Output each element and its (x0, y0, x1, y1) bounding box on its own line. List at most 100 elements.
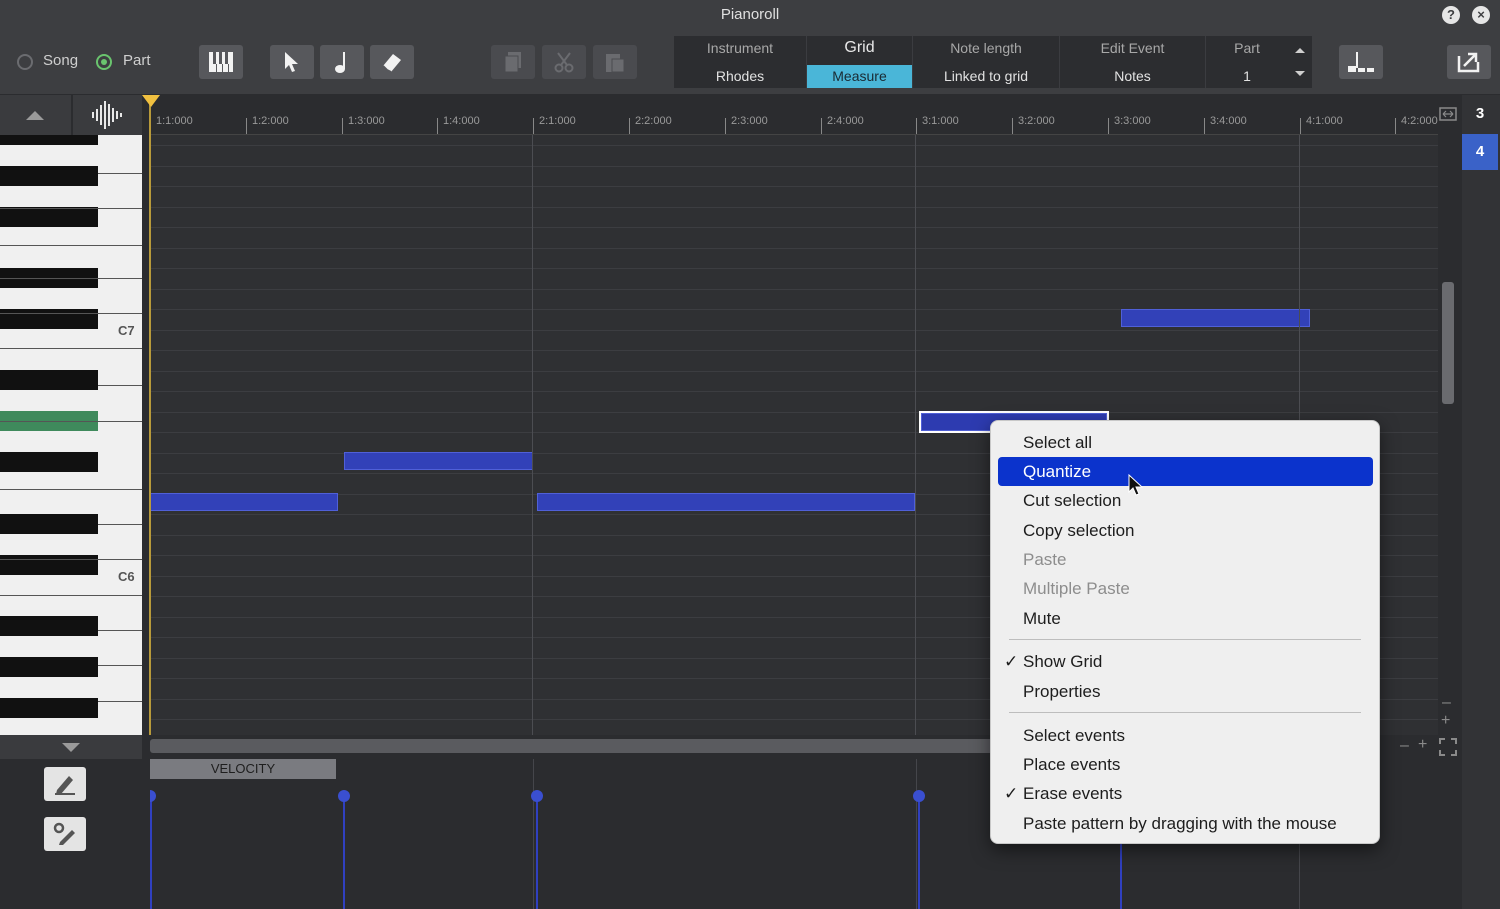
velocity-label[interactable]: VELOCITY (150, 759, 336, 779)
menu-item-erase-events[interactable]: ✓ Erase events (998, 779, 1373, 808)
playhead-line (149, 95, 151, 735)
menu-item-place-events[interactable]: Place events (998, 750, 1373, 779)
pointer-tool-button[interactable] (270, 45, 314, 79)
menu-item-cut-selection[interactable]: Cut selection (998, 486, 1373, 515)
velocity-stem (150, 796, 152, 909)
eraser-tool-button[interactable] (370, 45, 414, 79)
fit-width-icon[interactable] (1438, 104, 1458, 124)
up-down-arrows-icon (1295, 48, 1305, 76)
black-key[interactable] (0, 452, 98, 472)
vertical-zoom-in-icon[interactable]: + (1441, 712, 1450, 730)
arrow-pointer-icon (285, 52, 298, 72)
note[interactable] (150, 493, 338, 511)
grid-column[interactable]: Grid Measure (807, 36, 913, 88)
black-key[interactable] (0, 309, 98, 329)
cut-button[interactable] (542, 45, 586, 79)
ruler-tick (1395, 118, 1396, 134)
menu-item-label: Paste (1023, 550, 1067, 569)
part-radio[interactable] (96, 54, 112, 70)
ruler-tick (1108, 118, 1109, 134)
measure-line (915, 135, 916, 735)
edit-event-value[interactable]: Notes (1060, 65, 1205, 88)
vertical-zoom-out-icon[interactable]: – (1442, 694, 1451, 712)
black-key[interactable] (0, 514, 98, 534)
note-length-header: Note length (950, 40, 1022, 56)
song-radio[interactable] (17, 54, 33, 70)
paste-button[interactable] (593, 45, 637, 79)
ruler-tick (1204, 118, 1205, 134)
export-button[interactable] (1447, 45, 1491, 79)
octave-label-c6: C6 (118, 569, 135, 584)
black-key[interactable] (0, 207, 98, 227)
pencil-tool-button[interactable] (44, 767, 86, 801)
measure-line (532, 135, 533, 735)
white-key-border (0, 313, 142, 314)
pitch-row-line (150, 207, 1438, 208)
part-stepper[interactable] (1288, 36, 1312, 88)
menu-item-show-grid[interactable]: ✓ Show Grid (998, 647, 1373, 676)
menu-item-label: Quantize (1023, 462, 1092, 481)
horizontal-zoom-in-icon[interactable]: + (1418, 736, 1427, 754)
waveform-icon[interactable] (90, 100, 124, 130)
scroll-up-icon[interactable] (24, 108, 46, 122)
menu-separator (1009, 639, 1361, 640)
octave-label-c7: C7 (118, 323, 135, 338)
black-key[interactable] (0, 616, 98, 636)
note[interactable] (344, 452, 533, 470)
white-key-border (0, 421, 142, 422)
menu-item-label: Erase events (1023, 784, 1123, 803)
note-length-column[interactable]: Note length Linked to grid (913, 36, 1060, 88)
menu-item-mute[interactable]: Mute (998, 604, 1373, 633)
note-tool-button[interactable] (320, 45, 364, 79)
piano-keyboard[interactable]: C7 C6 (0, 135, 142, 735)
context-menu: Select all Quantize Cut selection Copy sele… (990, 420, 1380, 844)
note-length-value[interactable]: Linked to grid (913, 65, 1059, 88)
help-icon[interactable]: ? (1442, 6, 1460, 24)
menu-item-quantize[interactable]: Quantize (998, 457, 1373, 486)
menu-item-select-all[interactable]: Select all (998, 428, 1373, 457)
note[interactable] (1121, 309, 1310, 327)
checkmark-icon: ✓ (1004, 652, 1019, 671)
velocity-settings-button[interactable] (44, 817, 86, 851)
black-key[interactable] (0, 370, 98, 390)
pitch-row-line (150, 145, 1438, 146)
instrument-value[interactable]: Rhodes (674, 65, 806, 88)
part-column[interactable]: Part 1 (1206, 36, 1288, 88)
horizontal-zoom-out-icon[interactable]: – (1400, 737, 1409, 755)
timeline-ruler[interactable]: 1:1:000 1:2:000 1:3:000 1:4:000 2:1:000 2:2:0… (150, 95, 1438, 135)
track-number-4[interactable]: 4 (1462, 134, 1498, 170)
edit-event-column[interactable]: Edit Event Notes (1060, 36, 1206, 88)
ruler-label: 3:4:000 (1210, 115, 1247, 127)
menu-item-select-events[interactable]: Select events (998, 721, 1373, 750)
velocity-handle[interactable] (913, 790, 925, 802)
menu-item-properties[interactable]: Properties (998, 677, 1373, 706)
quantize-view-button[interactable] (1339, 45, 1383, 79)
velocity-measure-line (916, 759, 917, 909)
track-number-3[interactable]: 3 (1462, 96, 1498, 132)
note[interactable] (537, 493, 915, 511)
grid-value[interactable]: Measure (807, 65, 912, 88)
ruler-label: 3:3:000 (1114, 115, 1151, 127)
velocity-handle[interactable] (150, 790, 156, 802)
velocity-handle[interactable] (338, 790, 350, 802)
vertical-scrollbar[interactable] (1442, 282, 1454, 404)
scroll-down-icon[interactable] (60, 740, 82, 754)
playhead-marker-icon[interactable] (142, 95, 160, 107)
close-icon[interactable]: × (1472, 6, 1490, 24)
black-key[interactable] (0, 657, 98, 677)
velocity-handle[interactable] (531, 790, 543, 802)
menu-item-paste-pattern-by-dragging-with-the-mouse[interactable]: Paste pattern by dragging with the mouse (998, 809, 1373, 838)
part-value[interactable]: 1 (1206, 65, 1288, 88)
black-key[interactable] (0, 555, 98, 575)
piano-keys-button[interactable] (199, 45, 243, 79)
fullscreen-icon[interactable] (1439, 738, 1457, 756)
menu-item-copy-selection[interactable]: Copy selection (998, 516, 1373, 545)
black-key[interactable] (0, 135, 98, 145)
ruler-tick (533, 118, 534, 134)
instrument-column[interactable]: Instrument Rhodes (674, 36, 807, 88)
black-key[interactable] (0, 698, 98, 718)
black-key[interactable] (0, 166, 98, 186)
copy-button[interactable] (491, 45, 535, 79)
pencil-icon (55, 776, 75, 795)
velocity-tools (0, 759, 142, 909)
